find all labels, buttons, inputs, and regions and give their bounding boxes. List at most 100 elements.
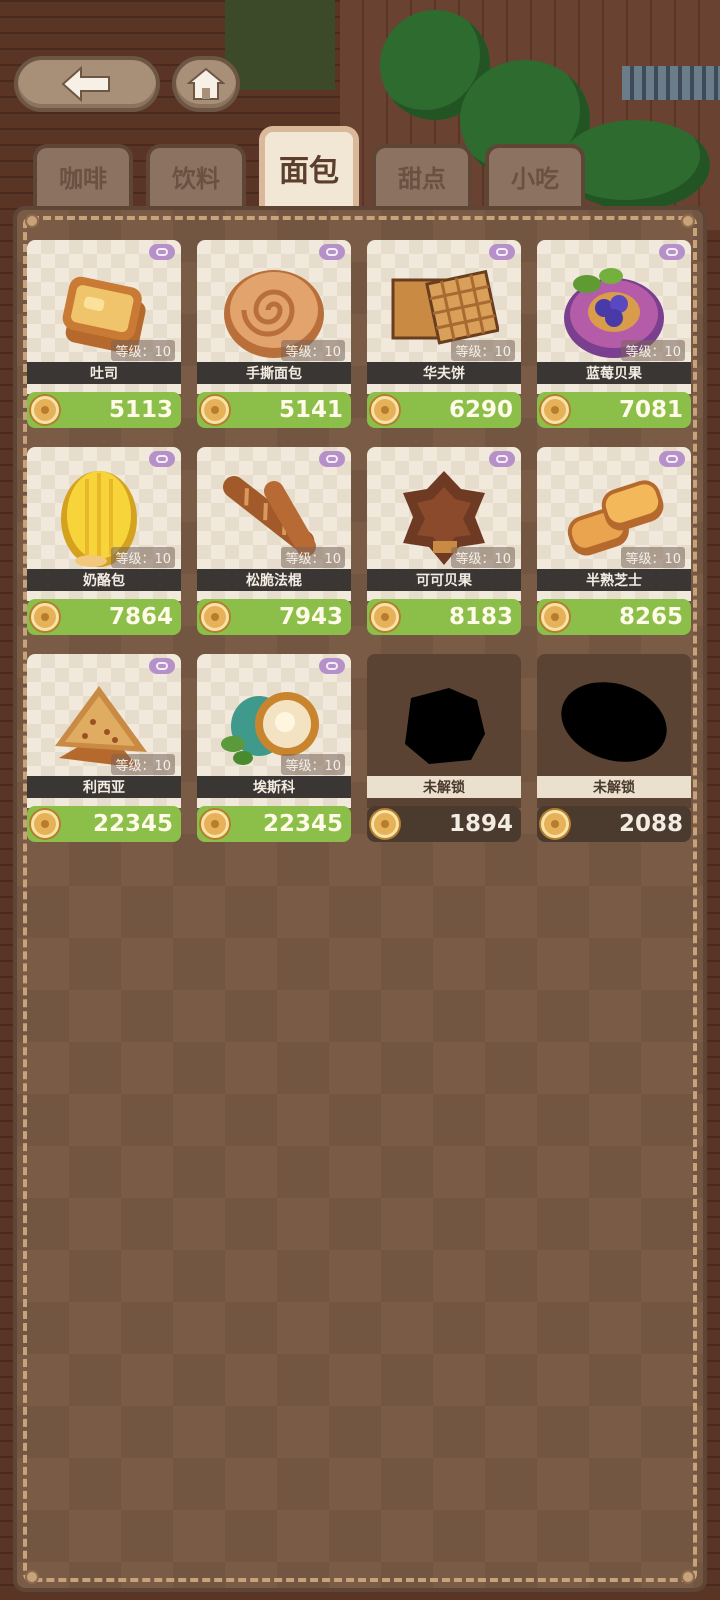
level-label: 等级：10 [281, 340, 345, 361]
skin-badge-icon[interactable] [149, 244, 175, 260]
price-bar: 22345 [27, 806, 181, 842]
level-label: 等级：10 [451, 547, 515, 568]
skin-badge-icon[interactable] [489, 451, 515, 467]
item-image-frame: 未解锁 [367, 654, 521, 808]
menu-item-card[interactable]: 等级：10 可可贝果 8183 [367, 447, 521, 643]
item-name: 吐司 [27, 362, 181, 384]
coin-icon [541, 603, 569, 631]
price-value: 1894 [448, 811, 513, 837]
coin-icon [541, 810, 569, 838]
locked-silhouette-icon [561, 682, 667, 762]
item-name: 半熟芝士 [537, 569, 691, 591]
item-name: 埃斯科 [197, 776, 351, 798]
rivet-decoration [681, 214, 695, 228]
level-label: 等级：10 [281, 754, 345, 775]
level-label: 等级：10 [621, 340, 685, 361]
price-value: 8265 [618, 604, 683, 630]
menu-item-card[interactable]: 等级：10 松脆法棍 7943 [197, 447, 351, 643]
item-image-frame: 等级：10 松脆法棍 [197, 447, 351, 601]
skin-badge-icon[interactable] [149, 658, 175, 674]
item-image-frame: 等级：10 利西亚 [27, 654, 181, 808]
price-value: 7081 [618, 397, 683, 423]
price-bar: 5141 [197, 392, 351, 428]
item-name: 未解锁 [367, 776, 521, 798]
price-value: 5141 [278, 397, 343, 423]
item-image-frame: 等级：10 手撕面包 [197, 240, 351, 394]
item-image-frame: 未解锁 [537, 654, 691, 808]
level-label: 等级：10 [111, 340, 175, 361]
menu-item-card[interactable]: 等级：10 华夫饼 6290 [367, 240, 521, 436]
coin-icon [541, 396, 569, 424]
coin-icon [201, 396, 229, 424]
menu-item-card[interactable]: 等级：10 奶酪包 7864 [27, 447, 181, 643]
menu-item-card-locked[interactable]: 未解锁 1894 [367, 654, 521, 850]
skin-badge-icon[interactable] [319, 451, 345, 467]
skin-badge-icon[interactable] [659, 451, 685, 467]
price-bar: 1894 [367, 806, 521, 842]
tab-bread[interactable]: 面包 [259, 126, 359, 208]
menu-item-card[interactable]: 等级：10 手撕面包 5141 [197, 240, 351, 436]
item-name: 华夫饼 [367, 362, 521, 384]
coin-icon [201, 603, 229, 631]
item-name: 未解锁 [537, 776, 691, 798]
price-value: 22345 [92, 811, 173, 837]
item-image-frame: 等级：10 可可贝果 [367, 447, 521, 601]
background-grass [225, 0, 335, 90]
item-image-frame: 等级：10 埃斯科 [197, 654, 351, 808]
price-value: 7943 [278, 604, 343, 630]
price-value: 7864 [108, 604, 173, 630]
coin-icon [31, 810, 59, 838]
home-icon [187, 67, 225, 100]
level-label: 等级：10 [111, 547, 175, 568]
price-bar: 7943 [197, 599, 351, 635]
arrow-left-icon [61, 66, 110, 102]
coin-icon [31, 396, 59, 424]
menu-item-card[interactable]: 等级：10 吐司 5113 [27, 240, 181, 436]
back-button[interactable] [14, 56, 160, 112]
menu-item-card[interactable]: 等级：10 蓝莓贝果 7081 [537, 240, 691, 436]
price-value: 2088 [618, 811, 683, 837]
rivet-decoration [25, 1570, 39, 1584]
item-image-frame: 等级：10 吐司 [27, 240, 181, 394]
item-name: 利西亚 [27, 776, 181, 798]
menu-item-card-locked[interactable]: 未解锁 2088 [537, 654, 691, 850]
tab-dessert[interactable]: 甜点 [372, 144, 472, 208]
skin-badge-icon[interactable] [659, 244, 685, 260]
level-label: 等级：10 [621, 547, 685, 568]
price-value: 22345 [262, 811, 343, 837]
item-name: 松脆法棍 [197, 569, 351, 591]
price-bar: 5113 [27, 392, 181, 428]
coin-icon [371, 396, 399, 424]
price-bar: 8183 [367, 599, 521, 635]
price-bar: 7081 [537, 392, 691, 428]
item-name: 可可贝果 [367, 569, 521, 591]
price-value: 6290 [448, 397, 513, 423]
price-bar: 6290 [367, 392, 521, 428]
tab-coffee[interactable]: 咖啡 [33, 144, 133, 208]
skin-badge-icon[interactable] [489, 244, 515, 260]
item-image-frame: 等级：10 半熟芝士 [537, 447, 691, 601]
skin-badge-icon[interactable] [319, 244, 345, 260]
price-value: 5113 [108, 397, 173, 423]
home-button[interactable] [172, 56, 240, 112]
price-bar: 22345 [197, 806, 351, 842]
menu-item-card[interactable]: 等级：10 半熟芝士 8265 [537, 447, 691, 643]
coin-icon [31, 603, 59, 631]
item-name: 蓝莓贝果 [537, 362, 691, 384]
item-name: 奶酪包 [27, 569, 181, 591]
coin-icon [371, 810, 399, 838]
tab-snacks[interactable]: 小吃 [485, 144, 585, 208]
tab-drinks[interactable]: 饮料 [146, 144, 246, 208]
skin-badge-icon[interactable] [149, 451, 175, 467]
level-label: 等级：10 [451, 340, 515, 361]
level-label: 等级：10 [281, 547, 345, 568]
menu-item-card[interactable]: 等级：10 埃斯科 22345 [197, 654, 351, 850]
price-bar: 8265 [537, 599, 691, 635]
locked-silhouette-icon [405, 688, 485, 764]
rivet-decoration [25, 214, 39, 228]
item-name: 手撕面包 [197, 362, 351, 384]
menu-item-card[interactable]: 等级：10 利西亚 22345 [27, 654, 181, 850]
awning [622, 66, 720, 100]
coin-icon [201, 810, 229, 838]
skin-badge-icon[interactable] [319, 658, 345, 674]
